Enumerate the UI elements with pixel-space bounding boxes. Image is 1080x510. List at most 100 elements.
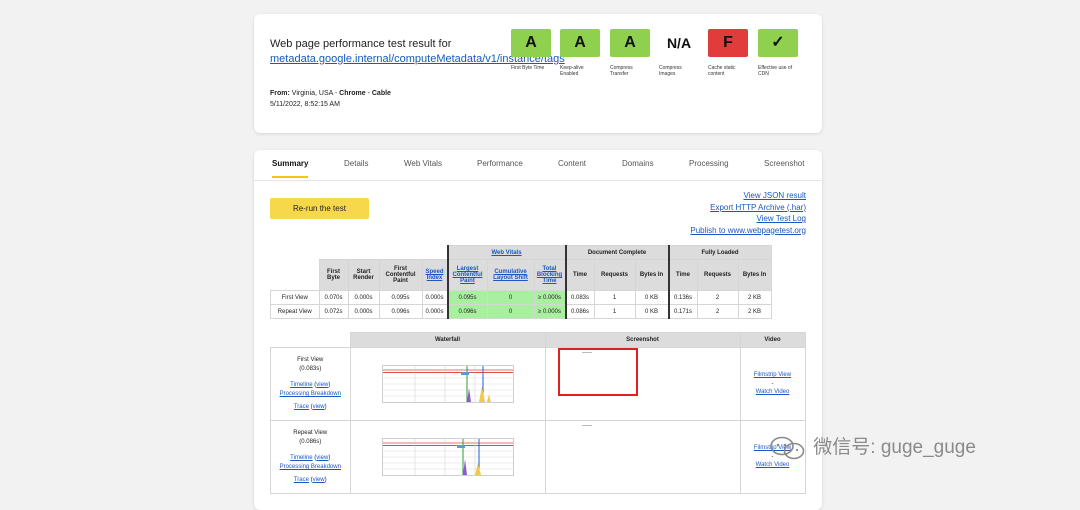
lcp-link[interactable]: Largest Contentful Paint (453, 266, 483, 284)
fully-loaded-header: Fully Loaded (667, 245, 772, 260)
table-cell: 0 (486, 304, 535, 319)
results-card: Summary Details Web Vitals Performance C… (254, 150, 822, 510)
speed-index-link[interactable]: Speed Index (425, 269, 443, 281)
blank-header (270, 332, 350, 348)
waterfall-cell (349, 347, 546, 421)
timeline-link[interactable]: Timeline (290, 382, 312, 388)
filmstrip-view-link[interactable]: Filmstrip View (754, 372, 791, 378)
active-tab-indicator (272, 176, 308, 178)
wechat-watermark: 微信号: guge_guge (768, 432, 976, 460)
grade-badge: F (708, 29, 748, 57)
grade-badge: A (610, 29, 650, 57)
screenshot-thumbnail[interactable] (557, 348, 638, 396)
grade-label: Cache static content (708, 65, 736, 77)
screenshot-cell (544, 347, 741, 421)
table-cell: 1 (593, 304, 636, 319)
table-row: Repeat View 0.072s 0.000s 0.096s 0.000s … (270, 304, 772, 319)
tbt-link[interactable]: Total Blocking Time (537, 266, 562, 284)
document-complete-header: Document Complete (564, 245, 669, 260)
result-header-card: Web page performance test result for met… (254, 14, 822, 133)
test-browser: Chrome (339, 90, 366, 97)
tab-web-vitals[interactable]: Web Vitals (404, 159, 442, 168)
trace-view-link[interactable]: view (313, 404, 325, 410)
processing-breakdown-link[interactable]: Processing Breakdown (280, 391, 341, 397)
title-prefix: Web page performance test result for (270, 38, 452, 50)
test-connection: Cable (371, 90, 391, 97)
col-screenshot: Screenshot (544, 332, 741, 348)
separator: - (334, 90, 338, 97)
grade-compress-transfer[interactable]: A Compress Transfer (610, 29, 650, 77)
tab-processing[interactable]: Processing (689, 159, 729, 168)
grade-cdn[interactable]: ✓ Effective use of CDN (758, 29, 798, 77)
waterfall-chart (382, 439, 513, 475)
view-info: First View (0.083s) Timeline (view) Proc… (270, 347, 351, 421)
trace-link[interactable]: Trace (294, 404, 309, 410)
video-cell: Filmstrip View - Watch Video (739, 347, 806, 421)
tab-content[interactable]: Content (558, 159, 586, 168)
grade-cache-static[interactable]: F Cache static content (708, 29, 748, 77)
grade-label: Effective use of CDN (758, 65, 793, 77)
table-cell: ≥ 0.000s (533, 290, 566, 305)
tab-screenshot[interactable]: Screenshot (764, 159, 804, 168)
test-datetime: 5/11/2022, 8:52:15 AM (270, 101, 340, 108)
table-cell: 0.136s (667, 290, 698, 305)
col-full-bytes: Bytes In (737, 259, 772, 291)
trace-view-link[interactable]: view (313, 477, 325, 483)
tab-details[interactable]: Details (344, 159, 368, 168)
timeline-link[interactable]: Timeline (290, 455, 312, 461)
test-info: From: Virginia, USA - Chrome - Cable 5/1… (270, 88, 391, 110)
view-time: (0.083s) (299, 365, 322, 372)
tab-summary[interactable]: Summary (272, 159, 308, 168)
tab-performance[interactable]: Performance (477, 159, 523, 168)
col-doc-bytes: Bytes In (634, 259, 669, 291)
col-tbt: Total Blocking Time (533, 259, 566, 291)
view-test-log-link[interactable]: View Test Log (690, 213, 806, 225)
table-cell: 0 KB (634, 290, 669, 305)
grade-label: Compress Transfer (610, 65, 633, 77)
view-json-link[interactable]: View JSON result (690, 190, 806, 202)
waterfall-thumbnail[interactable] (381, 365, 514, 403)
timeline-view-link[interactable]: view (316, 382, 328, 388)
table-cell: 0.171s (667, 304, 698, 319)
waterfall-thumbnail[interactable] (381, 438, 514, 476)
waterfall-chart (382, 366, 513, 402)
watch-video-link[interactable]: Watch Video (756, 462, 790, 468)
grade-compress-images[interactable]: N/A Compress Images (659, 29, 699, 77)
export-har-link[interactable]: Export HTTP Archive (.har) (690, 202, 806, 214)
table-cell: 1 (593, 290, 636, 305)
waterfall-cell (349, 420, 546, 494)
page-title: Web page performance test result for met… (270, 37, 565, 67)
col-speed-index: Speed Index (421, 259, 448, 291)
col-lcp: Largest Contentful Paint (446, 259, 488, 291)
separator: - (771, 380, 774, 387)
table-cell: 0 (486, 290, 535, 305)
cls-link[interactable]: Cumulative Layout Shift (493, 269, 528, 281)
details-table: Waterfall Screenshot Video First View (0… (270, 332, 806, 494)
col-waterfall: Waterfall (349, 332, 546, 348)
publish-link[interactable]: Publish to www.webpagetest.org (690, 225, 806, 237)
separator: - (367, 90, 370, 97)
wechat-icon (770, 436, 805, 460)
rerun-test-button[interactable]: Re-run the test (270, 198, 369, 219)
col-start-render: Start Render (347, 259, 380, 291)
table-cell: 0 KB (634, 304, 669, 319)
test-location: Virginia, USA (291, 90, 333, 97)
grade-keep-alive[interactable]: A Keep-alive Enabled (560, 29, 600, 77)
screenshot-thumbnail[interactable] (560, 421, 636, 465)
col-doc-time: Time (564, 259, 595, 291)
col-video: Video (739, 332, 806, 348)
row-label: First View (270, 290, 320, 305)
timeline-view-link[interactable]: view (316, 455, 328, 461)
trace-link[interactable]: Trace (294, 477, 309, 483)
tab-domains[interactable]: Domains (622, 159, 654, 168)
table-cell: 0.095s (378, 290, 423, 305)
processing-breakdown-link[interactable]: Processing Breakdown (280, 464, 341, 470)
grade-first-byte-time[interactable]: A First Byte Time (511, 29, 551, 71)
table-cell: 0.096s (378, 304, 423, 319)
watch-video-link[interactable]: Watch Video (756, 389, 790, 395)
web-vitals-link[interactable]: Web Vitals (491, 250, 521, 256)
col-cls: Cumulative Layout Shift (486, 259, 535, 291)
table-cell: 2 (696, 304, 739, 319)
col-doc-requests: Requests (593, 259, 636, 291)
grade-label: First Byte Time (511, 65, 545, 71)
